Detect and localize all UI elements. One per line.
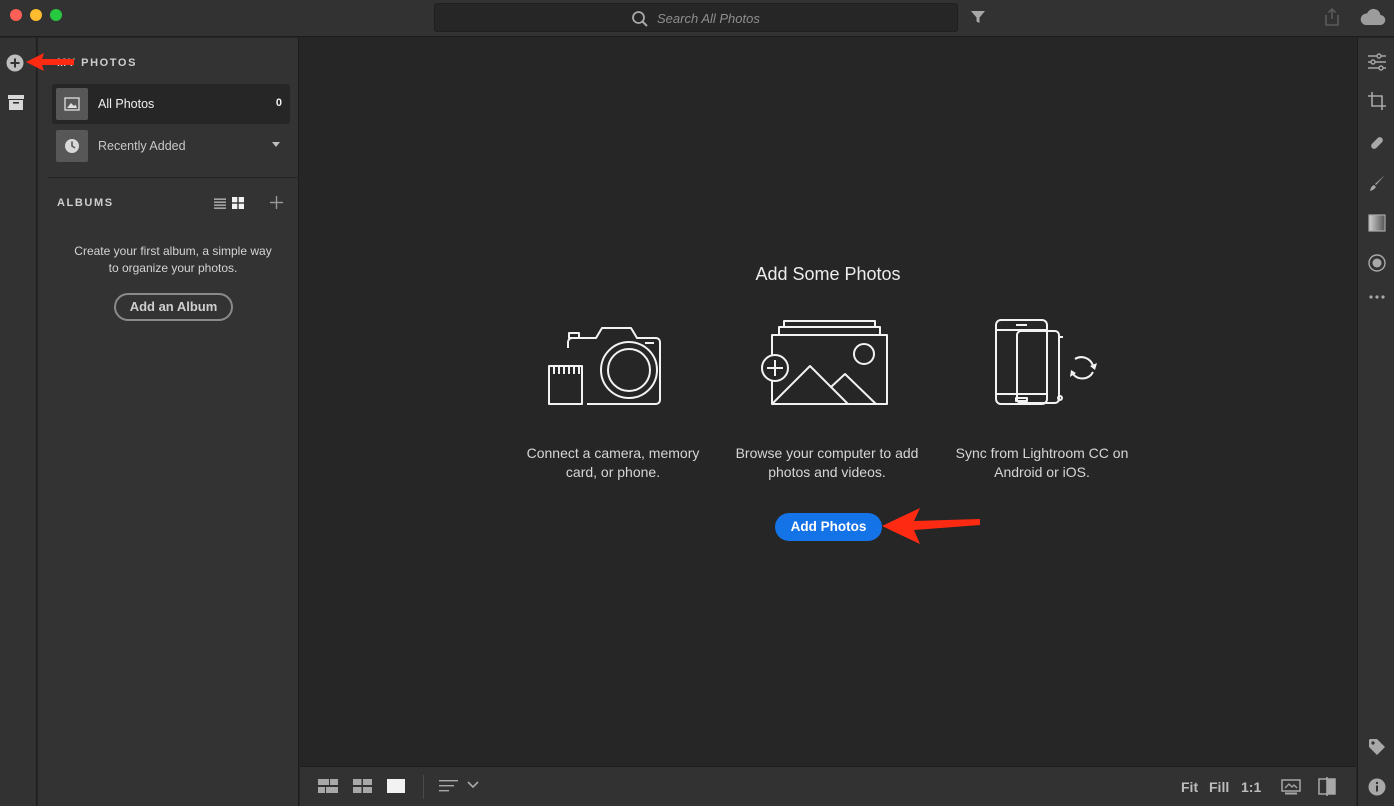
main-content: Add Some Photos Connect a camera, memory… (300, 38, 1356, 766)
left-panel: MY PHOTOS All Photos 0 Recently Added AL… (38, 38, 299, 806)
search-box[interactable] (434, 3, 958, 32)
option-description: Sync from Lightroom CC on Android or iOS… (955, 445, 1129, 480)
add-photos-plus-icon[interactable] (6, 54, 24, 72)
crop-icon[interactable] (1368, 92, 1386, 110)
more-options-icon[interactable] (1368, 288, 1386, 306)
my-photos-archive-icon[interactable] (8, 95, 24, 110)
zoom-1to1-button[interactable]: 1:1 (1241, 779, 1261, 795)
photo-count: 0 (275, 97, 282, 109)
option-description: Browse your computer to add photos and v… (735, 445, 919, 480)
divider (48, 177, 299, 178)
add-photos-button[interactable]: Add Photos (775, 513, 882, 541)
option-sync-mobile: Sync from Lightroom CC on Android or iOS… (942, 314, 1142, 482)
sidebar-item-label: All Photos (98, 97, 155, 111)
option-browse-computer: Browse your computer to add photos and v… (727, 314, 927, 482)
list-view-icon[interactable] (214, 198, 226, 210)
albums-heading: ALBUMS (57, 197, 114, 209)
edit-sliders-icon[interactable] (1368, 53, 1386, 71)
clock-icon (56, 130, 88, 162)
compare-rating-icon[interactable] (1281, 779, 1301, 795)
healing-bandage-icon[interactable] (1368, 134, 1386, 152)
brush-icon[interactable] (1368, 174, 1386, 192)
sort-icon[interactable] (439, 779, 459, 794)
albums-empty-message: Create your first album, a simple way to… (74, 244, 272, 275)
mobile-sync-icon (995, 319, 1097, 405)
search-input[interactable] (657, 8, 937, 28)
window-close-button[interactable] (10, 9, 22, 21)
linear-gradient-icon[interactable] (1368, 214, 1386, 232)
before-after-icon[interactable] (1318, 777, 1336, 796)
share-icon[interactable] (1323, 7, 1341, 27)
add-album-button[interactable]: Add an Album (114, 293, 233, 321)
search-icon (632, 11, 648, 27)
option-connect-camera: Connect a camera, memory card, or phone. (513, 314, 713, 482)
chevron-down-icon[interactable] (272, 142, 280, 147)
sidebar-item-recently-added[interactable]: Recently Added (52, 126, 290, 166)
add-photo-icon (761, 320, 888, 405)
keyword-tag-icon[interactable] (1368, 738, 1386, 756)
camera-icon (548, 327, 661, 405)
annotation-arrow-icon (882, 508, 980, 544)
left-icon-rail (0, 38, 37, 806)
photo-thumbnail-icon (56, 88, 88, 120)
info-icon[interactable] (1368, 778, 1386, 796)
window-maximize-button[interactable] (50, 9, 62, 21)
window-minimize-button[interactable] (30, 9, 42, 21)
zoom-fit-button[interactable]: Fit (1181, 779, 1198, 795)
cloud-icon[interactable] (1360, 8, 1386, 26)
toolbar-divider (423, 775, 424, 799)
bottom-toolbar: Fit Fill 1:1 (300, 766, 1356, 806)
sidebar-item-all-photos[interactable]: All Photos 0 (52, 84, 290, 124)
option-description: Connect a camera, memory card, or phone. (526, 445, 700, 480)
add-album-plus-icon[interactable] (270, 196, 283, 209)
grid-view-icon[interactable] (232, 197, 244, 209)
photo-grid-view-icon[interactable] (353, 779, 372, 794)
radial-gradient-icon[interactable] (1368, 254, 1386, 272)
zoom-fill-button[interactable]: Fill (1209, 779, 1229, 795)
page-title: Add Some Photos (755, 264, 901, 284)
annotation-arrow-icon (26, 53, 74, 71)
filter-icon[interactable] (970, 9, 986, 25)
detail-view-icon[interactable] (387, 779, 405, 793)
chevron-down-icon[interactable] (467, 781, 479, 789)
sidebar-item-label: Recently Added (98, 139, 186, 153)
title-bar (0, 0, 1394, 37)
right-edit-rail (1357, 38, 1394, 806)
square-grid-view-icon[interactable] (318, 779, 338, 794)
